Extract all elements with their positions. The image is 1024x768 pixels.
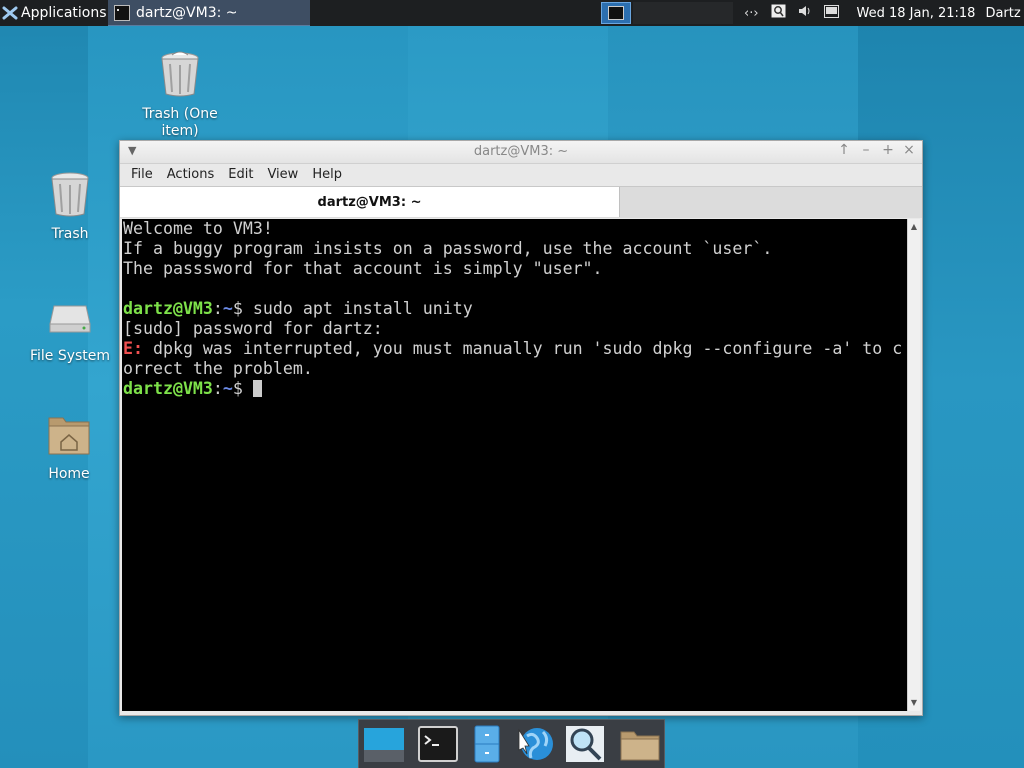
terminal-icon[interactable] [417,724,459,764]
terminal-line: The passsword for that account is simply… [123,259,603,278]
notifications-icon[interactable] [823,4,839,22]
workspace-1[interactable] [601,2,631,24]
window-title: dartz@VM3: ~ [473,144,569,159]
top-panel: Applications ⋮ dartz@VM3: ~ ‹·› Wed 18 J… [0,0,1024,26]
workspace-switcher[interactable] [633,2,733,24]
search-icon[interactable] [564,724,606,764]
terminal-output[interactable]: Welcome to VM3! If a buggy program insis… [122,219,907,711]
desktop-icon-label: File System [29,348,111,364]
tab-bar: dartz@VM3: ~ [120,186,922,218]
minimize-icon[interactable]: – [858,142,874,158]
desktop-icon-trash[interactable]: Trash [20,170,120,243]
desktop-icon-label: Home [48,466,90,482]
xfce-logo-icon [2,6,18,20]
folder-icon[interactable] [619,724,661,764]
terminal-line: orrect the problem. [123,359,313,378]
network-icon[interactable]: ‹·› [744,6,759,21]
menu-help[interactable]: Help [312,167,342,182]
scrollbar[interactable]: ▲ ▼ [907,219,920,711]
terminal-line: Welcome to VM3! [123,219,273,238]
taskbar-button-terminal[interactable]: dartz@VM3: ~ [108,0,310,26]
terminal-icon [114,4,130,21]
web-browser-icon[interactable] [515,724,557,764]
tab-terminal[interactable]: dartz@VM3: ~ [120,187,620,217]
window-titlebar[interactable]: ▼ dartz@VM3: ~ ↑ – + × [120,141,922,164]
desktop-icon-file-system[interactable]: File System [20,292,120,365]
prompt-colon: : [212,379,223,398]
scroll-down-icon[interactable]: ▼ [908,697,920,709]
scroll-up-icon[interactable]: ▲ [908,221,920,233]
terminal-line: If a buggy program insists on a password… [123,239,773,258]
close-icon[interactable]: × [901,142,917,158]
user-menu[interactable]: Dartz [985,6,1020,21]
desktop-icon-label: Trash (One item) [142,106,218,139]
desktop-icon-trash-one-item[interactable]: Trash (One item) [130,50,230,140]
menu-edit[interactable]: Edit [228,167,253,182]
terminal-window: ▼ dartz@VM3: ~ ↑ – + × File Actions Edit… [119,140,923,716]
show-desktop-icon[interactable] [363,724,405,764]
applications-menu[interactable]: Applications ⋮ [2,0,120,26]
prompt-dollar: $ [232,379,253,398]
taskbar-button-label: dartz@VM3: ~ [136,4,238,21]
volume-icon[interactable] [798,5,812,21]
terminal-prompt-line: dartz@VM3:~$ [123,379,907,399]
menu-view[interactable]: View [267,167,298,182]
error-text: dpkg was interrupted, you must manually … [142,339,903,358]
text-cursor [252,380,262,397]
drive-icon [49,305,91,333]
home-folder-icon [48,417,90,455]
file-manager-icon[interactable] [467,724,509,764]
command-text: sudo apt install unity [252,299,473,318]
prompt-path: ~ [222,379,233,398]
menu-file[interactable]: File [131,167,153,182]
terminal-command-line: dartz@VM3:~$ sudo apt install unity [123,299,907,319]
desktop-icon-label: Trash [51,226,89,242]
prompt-user: dartz@VM3 [123,299,213,318]
clock[interactable]: Wed 18 Jan, 21:18 [857,6,976,21]
dock [358,719,665,768]
applications-label: Applications [21,5,107,21]
stick-window-icon[interactable]: ↑ [836,142,852,158]
desktop-icon-home[interactable]: Home [19,410,119,483]
trash-icon [51,172,89,217]
maximize-icon[interactable]: + [880,142,896,158]
terminal-error-line: E: dpkg was interrupted, you must manual… [123,339,907,359]
prompt-user: dartz@VM3 [123,379,213,398]
prompt-path: ~ [222,299,233,318]
prompt-colon: : [212,299,223,318]
terminal-line: [sudo] password for dartz: [123,319,383,338]
search-icon[interactable] [771,4,786,22]
menubar: File Actions Edit View Help [120,164,922,185]
workspace-window-icon [608,6,624,20]
menu-actions[interactable]: Actions [167,167,215,182]
error-prefix: E: [123,339,143,358]
prompt-dollar: $ [232,299,253,318]
trash-icon [161,51,199,97]
